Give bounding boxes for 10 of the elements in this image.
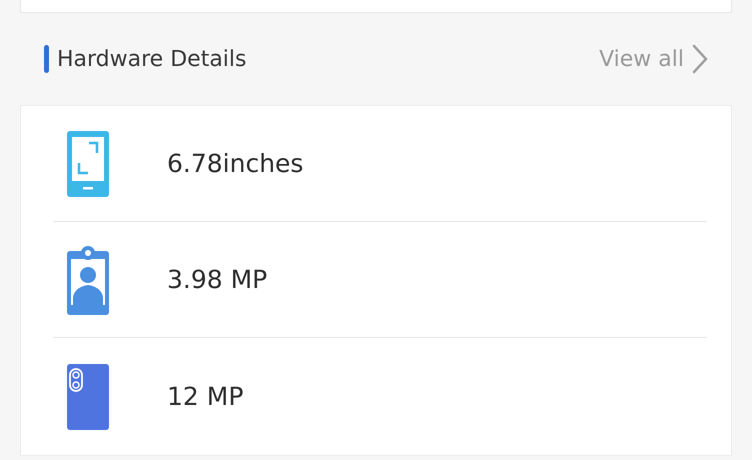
spec-value: 12 MP bbox=[167, 382, 244, 411]
accent-bar bbox=[44, 45, 49, 73]
view-all-link[interactable]: View all bbox=[599, 44, 708, 74]
id-badge-person-icon bbox=[67, 244, 109, 314]
chevron-right-icon bbox=[692, 44, 708, 74]
phone-screen-icon bbox=[67, 130, 109, 196]
spec-value: 6.78inches bbox=[167, 149, 304, 178]
section-title: Hardware Details bbox=[57, 46, 246, 72]
spec-value: 3.98 MP bbox=[167, 265, 268, 294]
phone-back-icon bbox=[67, 364, 109, 430]
